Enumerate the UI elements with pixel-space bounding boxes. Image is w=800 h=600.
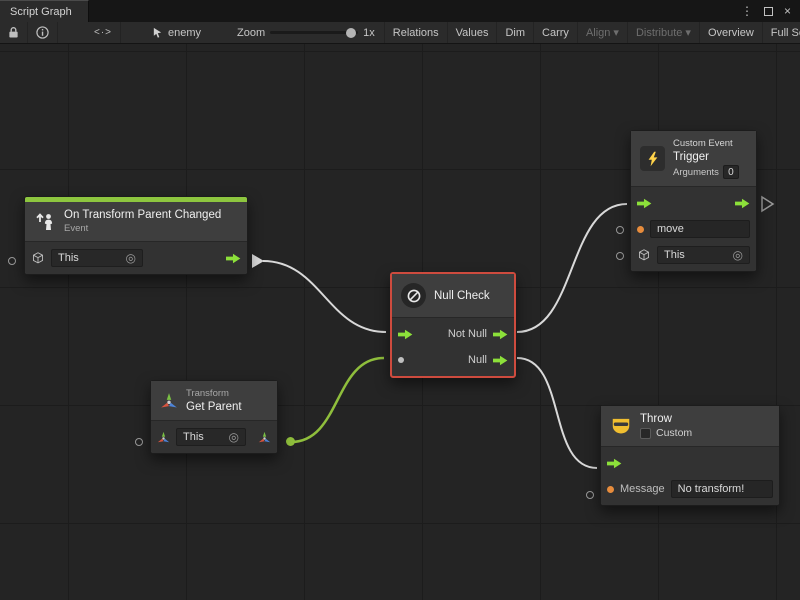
toolbar-buttons: Relations Values Dim Carry Align▾ Distri… bbox=[384, 22, 800, 43]
node-custom-event-trigger[interactable]: Custom Event Trigger Arguments 0 bbox=[630, 130, 757, 272]
close-icon[interactable]: × bbox=[784, 5, 791, 17]
wire-event-to-nullcheck bbox=[263, 261, 386, 332]
chevron-down-icon: ▾ bbox=[613, 26, 619, 39]
null-label: Null bbox=[468, 354, 487, 366]
value-input-port[interactable] bbox=[398, 357, 404, 363]
message-label: Message bbox=[620, 483, 665, 495]
arguments-count-field[interactable]: 0 bbox=[723, 165, 739, 179]
wire-notnull-to-customevent bbox=[517, 204, 627, 332]
more-menu-icon[interactable]: ⋮ bbox=[741, 5, 753, 17]
flow-output-port[interactable] bbox=[493, 329, 508, 340]
tab-bar: Script Graph ⋮ × bbox=[0, 0, 800, 22]
lock-icon bbox=[8, 26, 19, 39]
script-graph-window: Script Graph ⋮ × <·> enemy Zoom 1x bbox=[0, 0, 800, 600]
arguments-label: Arguments bbox=[673, 167, 719, 178]
null-check-icon bbox=[406, 288, 422, 304]
port-circle[interactable] bbox=[135, 438, 143, 446]
flow-out-triangle bbox=[252, 254, 264, 268]
event-name-field[interactable]: move bbox=[650, 220, 750, 238]
transform-event-icon bbox=[34, 211, 56, 233]
dim-button[interactable]: Dim bbox=[496, 22, 533, 43]
node-subtitle: Event bbox=[64, 223, 221, 234]
flow-out-triangle-outline bbox=[762, 197, 773, 211]
tab-script-graph[interactable]: Script Graph bbox=[0, 0, 89, 22]
flow-input-port[interactable] bbox=[607, 458, 622, 469]
port-circle[interactable] bbox=[616, 226, 624, 234]
transform-icon bbox=[157, 431, 170, 444]
string-input-port[interactable] bbox=[607, 486, 614, 493]
tab-title: Script Graph bbox=[10, 6, 72, 18]
transform-output-port[interactable] bbox=[258, 431, 271, 444]
align-dropdown[interactable]: Align▾ bbox=[577, 22, 627, 43]
gameobject-cube-icon bbox=[637, 248, 651, 262]
throw-icon bbox=[610, 415, 632, 437]
wire-null-to-throw bbox=[517, 358, 597, 468]
graph-target-label: enemy bbox=[168, 27, 201, 39]
graph-canvas[interactable]: On Transform Parent Changed Event This ◎ bbox=[0, 44, 800, 600]
info-icon bbox=[36, 26, 49, 39]
this-dropdown[interactable]: This ◎ bbox=[176, 428, 246, 446]
transform-icon bbox=[160, 392, 178, 410]
node-title: Throw bbox=[640, 413, 692, 425]
flow-output-port[interactable] bbox=[493, 355, 508, 366]
zoom-slider-handle[interactable] bbox=[346, 28, 356, 38]
custom-checkbox[interactable] bbox=[640, 428, 651, 439]
port-circle[interactable] bbox=[586, 491, 594, 499]
not-null-label: Not Null bbox=[448, 328, 487, 340]
node-get-parent[interactable]: Transform Get Parent This ◎ bbox=[150, 380, 278, 454]
message-field[interactable]: No transform! bbox=[671, 480, 773, 498]
port-circle[interactable] bbox=[616, 252, 624, 260]
node-null-check[interactable]: Null Check Not Null Null bbox=[390, 272, 516, 378]
flow-output-port[interactable] bbox=[226, 253, 241, 264]
flow-input-port[interactable] bbox=[398, 329, 413, 340]
node-title: On Transform Parent Changed bbox=[64, 209, 221, 221]
distribute-dropdown[interactable]: Distribute▾ bbox=[627, 22, 699, 43]
overview-button[interactable]: Overview bbox=[699, 22, 762, 43]
carry-button[interactable]: Carry bbox=[533, 22, 577, 43]
values-button[interactable]: Values bbox=[447, 22, 497, 43]
flow-input-port[interactable] bbox=[637, 198, 652, 209]
maximize-icon[interactable] bbox=[764, 7, 773, 16]
lock-button[interactable] bbox=[0, 22, 28, 43]
window-controls: ⋮ × bbox=[732, 0, 800, 22]
object-picker-icon[interactable]: ◎ bbox=[229, 431, 239, 443]
info-button[interactable] bbox=[28, 22, 58, 43]
this-dropdown[interactable]: This ◎ bbox=[51, 249, 143, 267]
lightning-bolt-icon bbox=[645, 151, 661, 167]
graph-toolbar: <·> enemy Zoom 1x Relations Values Dim C… bbox=[0, 22, 800, 44]
node-on-transform-parent-changed[interactable]: On Transform Parent Changed Event This ◎ bbox=[24, 196, 248, 275]
node-category: Transform bbox=[186, 388, 242, 399]
node-throw[interactable]: Throw Custom Message No transform! bbox=[600, 405, 780, 506]
node-title: Trigger bbox=[673, 151, 739, 163]
gameobject-cube-icon bbox=[31, 251, 45, 265]
pointer-icon bbox=[152, 27, 163, 38]
node-category: Custom Event bbox=[673, 138, 739, 149]
relations-button[interactable]: Relations bbox=[384, 22, 447, 43]
zoom-label: Zoom bbox=[237, 27, 265, 39]
fullscreen-button[interactable]: Full Screen bbox=[762, 22, 800, 43]
chevron-down-icon: ▾ bbox=[685, 26, 691, 39]
zoom-slider[interactable] bbox=[270, 31, 358, 34]
this-dropdown[interactable]: This ◎ bbox=[657, 246, 750, 264]
node-title: Get Parent bbox=[186, 401, 242, 413]
string-input-port[interactable] bbox=[637, 226, 644, 233]
code-preview-button[interactable]: <·> bbox=[86, 22, 121, 43]
custom-label: Custom bbox=[656, 427, 692, 439]
flow-output-port[interactable] bbox=[735, 198, 750, 209]
graph-target[interactable]: enemy bbox=[143, 22, 210, 43]
object-picker-icon[interactable]: ◎ bbox=[733, 249, 743, 261]
object-picker-icon[interactable]: ◎ bbox=[126, 252, 136, 264]
wire-getparent-to-nullcheck bbox=[291, 358, 384, 442]
node-title: Null Check bbox=[434, 290, 490, 302]
port-circle[interactable] bbox=[8, 257, 16, 265]
zoom-value: 1x bbox=[363, 27, 375, 39]
port-green-dot[interactable] bbox=[286, 437, 295, 446]
code-view-icon: <·> bbox=[94, 27, 112, 38]
zoom-control: Zoom 1x bbox=[228, 22, 384, 43]
